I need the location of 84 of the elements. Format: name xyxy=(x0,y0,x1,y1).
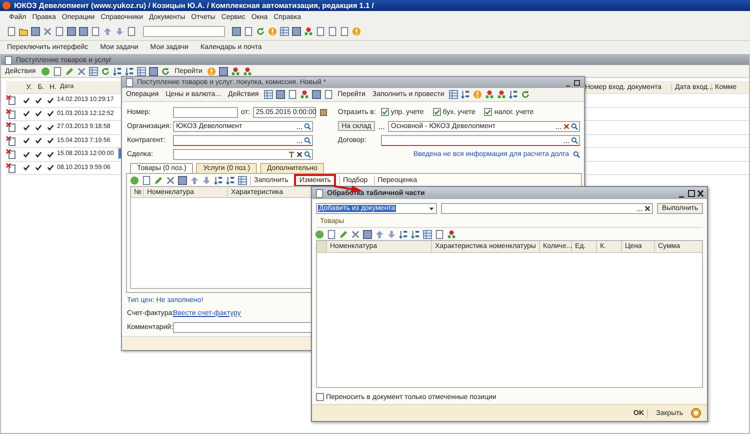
contract-field[interactable] xyxy=(380,134,580,146)
square-icon[interactable] xyxy=(219,66,228,76)
sort-icon[interactable] xyxy=(399,230,408,238)
page-icon[interactable] xyxy=(327,230,336,238)
page-icon xyxy=(315,188,324,198)
square-icon[interactable] xyxy=(276,90,285,99)
grid-icon[interactable] xyxy=(238,176,247,184)
arrow-down-icon[interactable] xyxy=(202,176,211,184)
checkbox[interactable] xyxy=(484,108,492,116)
window-controls-icon[interactable] xyxy=(678,188,704,198)
dots-icon[interactable] xyxy=(304,27,313,36)
page-icon[interactable] xyxy=(435,230,444,238)
clear-icon[interactable] xyxy=(644,205,652,212)
logo-icon xyxy=(2,1,11,10)
cross-icon[interactable] xyxy=(76,66,86,76)
search-icon[interactable] xyxy=(304,122,311,130)
arrow-up-icon[interactable] xyxy=(375,230,384,238)
grid-icon[interactable] xyxy=(136,66,146,76)
refresh-icon[interactable] xyxy=(160,66,170,76)
search-field[interactable] xyxy=(143,26,225,37)
page-icon[interactable] xyxy=(55,27,64,36)
page-icon[interactable] xyxy=(91,27,100,36)
arrow-up-icon[interactable] xyxy=(190,176,199,184)
arrow-down-icon[interactable] xyxy=(387,230,396,238)
cross-icon[interactable] xyxy=(166,176,175,184)
search-icon[interactable] xyxy=(571,136,578,144)
sort-icon[interactable] xyxy=(112,66,122,76)
reference-field[interactable] xyxy=(173,134,313,146)
cross-icon[interactable] xyxy=(43,27,52,36)
arrow-up-icon[interactable] xyxy=(103,27,112,36)
checkbox[interactable] xyxy=(316,393,324,401)
page-icon[interactable] xyxy=(324,90,333,99)
page-icon[interactable] xyxy=(244,27,253,36)
clear-icon[interactable] xyxy=(296,150,303,158)
refresh-icon[interactable] xyxy=(100,66,110,76)
page-icon[interactable] xyxy=(127,27,136,36)
sort-icon[interactable] xyxy=(411,230,420,238)
caret-icon[interactable] xyxy=(428,205,435,212)
number-field[interactable] xyxy=(173,106,238,118)
square-icon[interactable] xyxy=(363,230,372,238)
search-icon[interactable] xyxy=(304,136,311,144)
page-icon[interactable] xyxy=(7,27,16,36)
square-icon[interactable] xyxy=(148,66,158,76)
sort-icon[interactable] xyxy=(214,176,223,184)
checkbox[interactable] xyxy=(380,108,389,116)
window-controls-icon[interactable] xyxy=(565,78,581,86)
grid-icon[interactable] xyxy=(280,27,289,36)
sort-icon[interactable] xyxy=(226,176,235,184)
dots-icon[interactable] xyxy=(243,66,252,76)
grid-icon[interactable] xyxy=(449,90,458,99)
refresh-icon[interactable] xyxy=(521,90,530,99)
cross-icon[interactable] xyxy=(351,230,360,238)
search-icon[interactable] xyxy=(304,150,311,158)
circle-icon[interactable] xyxy=(315,230,324,238)
page-icon[interactable] xyxy=(52,66,62,76)
tee-icon[interactable] xyxy=(288,150,295,158)
dots-icon[interactable] xyxy=(447,230,456,238)
document-field[interactable] xyxy=(441,203,654,214)
folder-icon[interactable] xyxy=(19,27,28,36)
calendar-icon[interactable] xyxy=(320,108,328,116)
grid-icon[interactable] xyxy=(423,230,432,238)
grid-icon[interactable] xyxy=(264,90,273,99)
help-icon[interactable] xyxy=(691,408,701,418)
grid-icon[interactable] xyxy=(88,66,98,76)
circle-icon[interactable] xyxy=(40,66,50,76)
circle-icon[interactable] xyxy=(130,176,139,184)
page-icon[interactable] xyxy=(142,176,151,184)
checkbox[interactable] xyxy=(432,108,441,116)
page-icon[interactable] xyxy=(288,90,297,99)
square-icon[interactable] xyxy=(178,176,187,184)
clear-icon[interactable] xyxy=(563,122,570,130)
dots-icon[interactable] xyxy=(231,66,240,76)
search-icon[interactable] xyxy=(571,122,578,130)
search-icon[interactable] xyxy=(573,150,580,158)
square-icon[interactable] xyxy=(312,90,321,99)
dots-icon[interactable] xyxy=(300,90,309,99)
refresh-icon[interactable] xyxy=(256,27,265,36)
sort-icon[interactable] xyxy=(461,90,470,99)
dots-icon[interactable] xyxy=(485,90,494,99)
dots-icon[interactable] xyxy=(497,90,506,99)
sort-icon[interactable] xyxy=(124,66,134,76)
sort-icon[interactable] xyxy=(509,90,518,99)
deal-field[interactable] xyxy=(173,148,313,160)
arrow-down-icon[interactable] xyxy=(115,27,124,36)
